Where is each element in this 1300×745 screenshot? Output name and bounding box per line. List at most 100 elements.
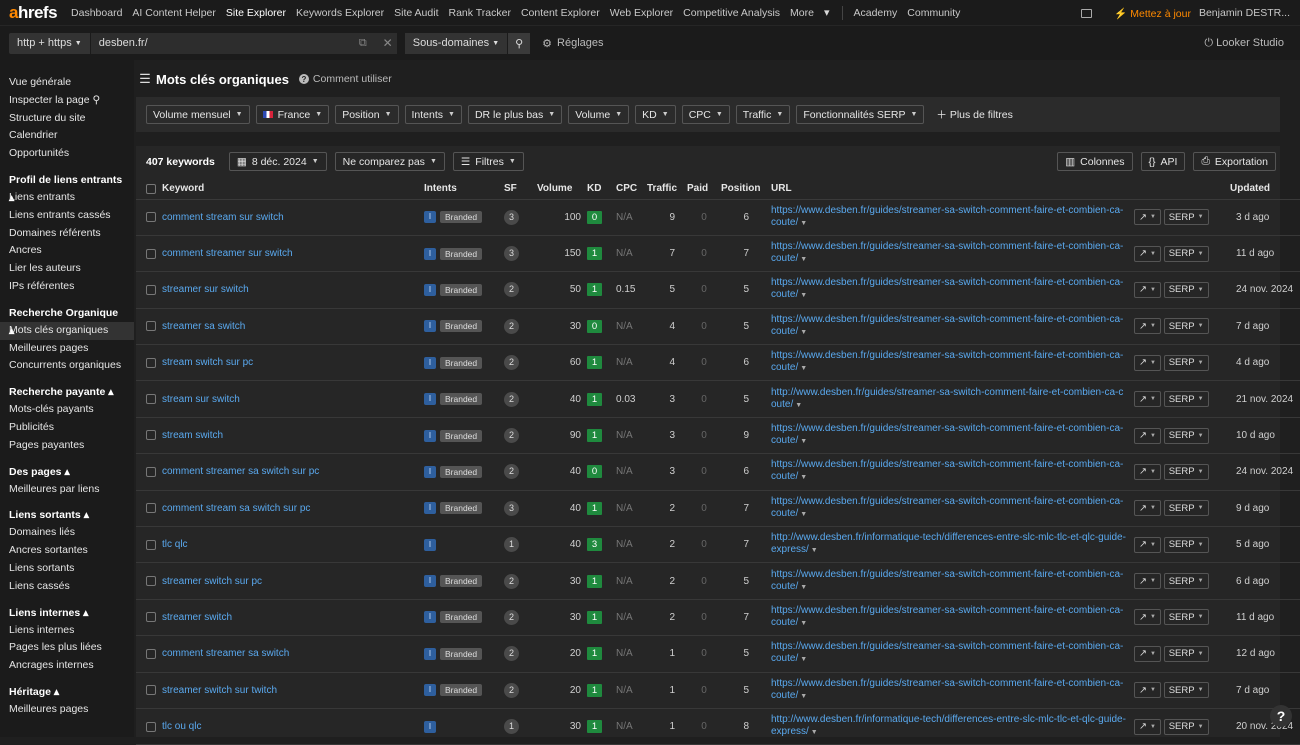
sidebar-section-header[interactable]: Liens internes ▴ [0,604,134,622]
filter-button[interactable]: Volume ▼ [568,105,630,124]
row-checkbox[interactable] [146,576,156,587]
sidebar-item[interactable]: Ancrages internes [0,657,134,675]
sidebar-section-header[interactable]: Liens sortants ▴ [0,506,134,524]
keyword-link[interactable]: comment streamer sa switch sur pc [162,466,319,477]
sidebar-item[interactable]: Liens entrants cassés [0,207,134,225]
compare-select[interactable]: Ne comparez pas ▼ [334,152,445,171]
sf-count-badge[interactable]: 3 [504,500,519,516]
col-updated[interactable]: Updated [1230,179,1300,200]
api-button[interactable]: {} API [1140,152,1186,171]
chevron-down-icon[interactable]: ▼ [798,256,807,263]
select-all-checkbox[interactable] [146,183,156,194]
row-checkbox[interactable] [146,321,156,332]
sf-count-badge[interactable]: 2 [504,282,519,298]
keyword-link[interactable]: streamer switch sur pc [162,576,262,587]
sidebar-item[interactable]: Publicités [0,419,134,437]
sf-count-badge[interactable]: 2 [504,428,519,444]
row-checkbox[interactable] [146,430,156,441]
col-sf[interactable]: SF [504,179,537,200]
sidebar-item[interactable]: Vue générale [0,74,134,92]
serp-button[interactable]: SERP ▼ [1163,354,1209,371]
col-traffic[interactable]: Traffic [647,179,687,200]
settings-button[interactable]: ⚙ Réglages [542,37,603,50]
open-external-icon[interactable]: ⧉ [359,37,367,50]
keyword-link[interactable]: comment streamer sur switch [162,248,293,259]
keyword-link[interactable]: streamer switch sur twitch [162,685,277,696]
serp-button[interactable]: SERP ▼ [1163,391,1209,408]
export-button[interactable]: ⎙ Exportation [1193,152,1276,171]
filter-button[interactable]: Traffic ▼ [735,105,791,124]
row-checkbox[interactable] [146,394,156,405]
serp-button[interactable]: SERP ▼ [1163,718,1209,735]
sf-count-badge[interactable]: 1 [504,719,519,735]
chart-button[interactable]: ↗ ▼ [1134,427,1161,444]
row-checkbox[interactable] [146,212,156,223]
chart-button[interactable]: ↗ ▼ [1134,463,1161,480]
url-link[interactable]: https://www.desben.fr/guides/streamer-sa… [771,205,1123,228]
chart-button[interactable]: ↗ ▼ [1134,645,1161,662]
sf-count-badge[interactable]: 1 [504,537,519,553]
sidebar-item[interactable]: Pages payantes [0,437,134,455]
sidebar-item[interactable]: Domaines liés [0,524,134,542]
how-to-link[interactable]: ? Comment utiliser [298,73,392,85]
sidebar-section-header[interactable]: Recherche payante ▴ [0,383,134,401]
keyword-link[interactable]: stream switch sur pc [162,357,253,368]
keyword-link[interactable]: stream switch [162,430,223,441]
chevron-down-icon[interactable]: ▼ [798,220,807,227]
sf-count-badge[interactable]: 2 [504,464,519,480]
sidebar-item[interactable]: IPs référentes [0,278,134,296]
sf-count-badge[interactable]: 2 [504,318,519,334]
col-intents[interactable]: Intents [424,179,504,200]
topnav-item[interactable]: Dashboard [71,7,122,19]
row-checkbox[interactable] [146,612,156,623]
keyword-link[interactable]: comment stream sur switch [162,212,284,223]
sidebar-item[interactable]: Domaines référents [0,225,134,243]
chart-button[interactable]: ↗ ▼ [1134,281,1161,298]
chart-button[interactable]: ↗ ▼ [1134,536,1161,553]
looker-studio-link[interactable]: ⏻ Looker Studio [1204,37,1284,50]
sidebar-item[interactable]: Mots-clés payants [0,401,134,419]
sidebar-section-header[interactable]: Recherche Organique ▴ [0,304,134,337]
url-link[interactable]: https://www.desben.fr/guides/streamer-sa… [771,569,1123,592]
chevron-down-icon[interactable]: ▼ [798,329,807,336]
chart-button[interactable]: ↗ ▼ [1134,391,1161,408]
sidebar-item[interactable]: Lier les auteurs [0,260,134,278]
col-url[interactable]: URL [771,179,1134,200]
serp-button[interactable]: SERP ▼ [1163,682,1209,699]
keyword-link[interactable]: streamer sur switch [162,284,249,295]
filter-button[interactable]: Position ▼ [335,105,399,124]
url-link[interactable]: http://www.desben.fr/informatique-tech/d… [771,714,1126,737]
row-checkbox[interactable] [146,284,156,295]
row-checkbox[interactable] [146,648,156,659]
url-link[interactable]: https://www.desben.fr/guides/streamer-sa… [771,350,1123,373]
sf-count-badge[interactable]: 2 [504,573,519,589]
sf-count-badge[interactable]: 2 [504,609,519,625]
mode-select[interactable]: Sous-domaines ▼ [404,32,508,54]
sidebar-item[interactable]: Meilleures pages [0,701,134,719]
col-keyword[interactable]: Keyword [136,179,424,200]
serp-button[interactable]: SERP ▼ [1163,281,1209,298]
sidebar-item[interactable]: Liens cassés [0,578,134,596]
serp-button[interactable]: SERP ▼ [1163,609,1209,626]
protocol-select[interactable]: http + https ▼ [9,32,90,54]
url-link[interactable]: https://www.desben.fr/guides/streamer-sa… [771,605,1123,628]
col-paid[interactable]: Paid [687,179,721,200]
row-checkbox[interactable] [146,539,156,550]
chart-button[interactable]: ↗ ▼ [1134,318,1161,335]
sf-count-badge[interactable]: 3 [504,246,519,262]
chevron-down-icon[interactable]: ▼ [809,547,818,554]
filter-button[interactable]: Fonctionnalités SERP ▼ [796,105,925,124]
chart-button[interactable]: ↗ ▼ [1134,209,1161,226]
row-checkbox[interactable] [146,685,156,696]
serp-button[interactable]: SERP ▼ [1163,573,1209,590]
row-checkbox[interactable] [146,248,156,259]
sidebar-item[interactable]: Calendrier [0,127,134,145]
chevron-down-icon[interactable]: ▼ [798,656,807,663]
topnav-item[interactable]: Content Explorer [521,7,600,19]
filter-button[interactable]: KD ▼ [635,105,676,124]
keyword-link[interactable]: tlc ou qlc [162,721,201,732]
sidebar-item[interactable]: Ancres [0,242,134,260]
sf-count-badge[interactable]: 2 [504,682,519,698]
sidebar-section-header[interactable]: Profil de liens entrants ▴ [0,171,134,204]
sidebar-item[interactable]: Structure du site [0,110,134,128]
